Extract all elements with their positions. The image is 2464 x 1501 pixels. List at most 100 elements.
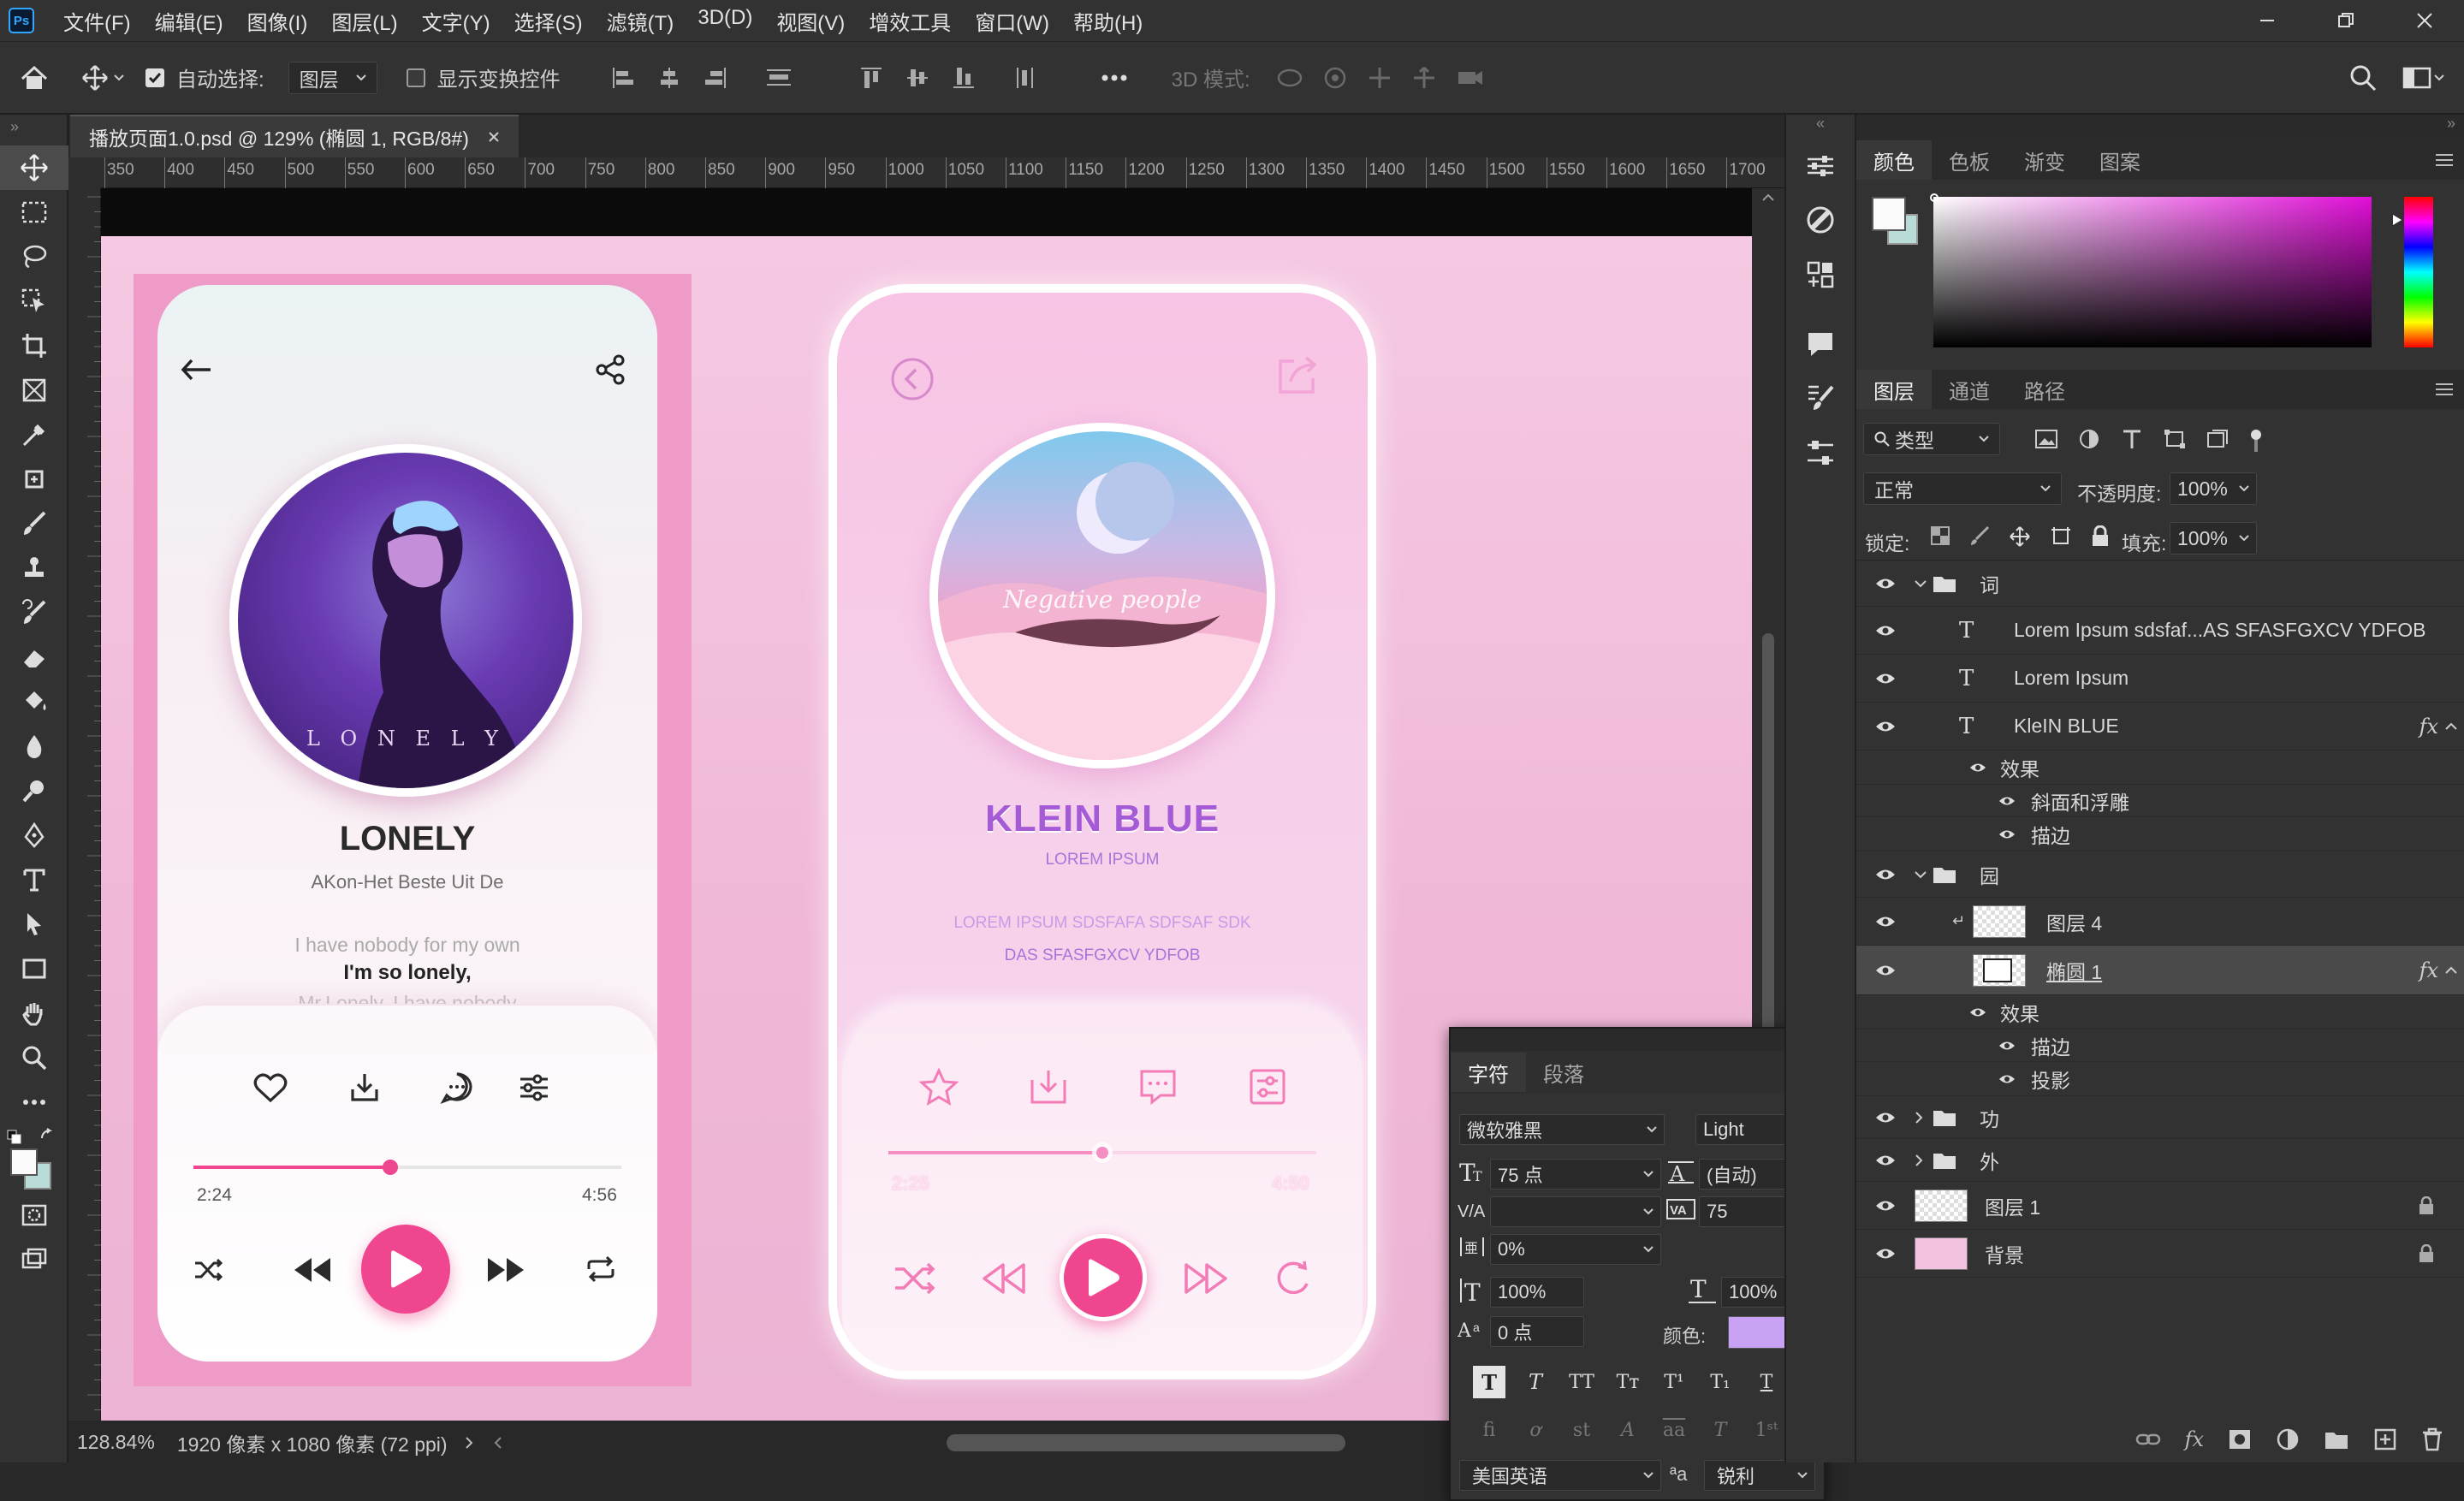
layer-row[interactable]: T Lorem Ipsum sdsfaf...AS SFASFGXCV YDFOB bbox=[1856, 607, 2464, 655]
equalizer-icon[interactable] bbox=[517, 1072, 551, 1103]
loop-pink-icon[interactable] bbox=[1272, 1260, 1313, 1297]
brush-tool[interactable] bbox=[0, 501, 68, 546]
vertical-scale-field[interactable]: 100% bbox=[1490, 1277, 1584, 1308]
hue-slider[interactable] bbox=[2404, 197, 2433, 347]
dodge-tool[interactable] bbox=[0, 768, 68, 813]
visibility-eye-icon[interactable] bbox=[1875, 964, 1896, 977]
effect-eye-icon[interactable] bbox=[1998, 795, 2016, 807]
visibility-eye-icon[interactable] bbox=[1875, 1111, 1896, 1124]
color-panel-menu-icon[interactable] bbox=[2435, 153, 2454, 167]
share-box-icon[interactable] bbox=[1275, 353, 1320, 397]
tab-paragraph[interactable]: 段落 bbox=[1526, 1053, 1601, 1092]
underline-button[interactable]: T bbox=[1750, 1366, 1783, 1398]
progress-slider-klein[interactable] bbox=[888, 1140, 1316, 1166]
visibility-eye-icon[interactable] bbox=[1875, 624, 1896, 638]
tab-color-panel-3[interactable]: 图案 bbox=[2082, 140, 2158, 180]
faux-italic-button[interactable]: T bbox=[1519, 1366, 1552, 1398]
filter-toggle-icon[interactable] bbox=[2248, 428, 2264, 454]
menu-item[interactable]: 3D(D) bbox=[698, 6, 752, 36]
add-mask-icon[interactable] bbox=[2228, 1428, 2252, 1451]
back-arrow-icon[interactable] bbox=[180, 357, 214, 383]
forward-pink-icon[interactable] bbox=[1183, 1261, 1229, 1296]
layer-row[interactable]: 描边 bbox=[1856, 817, 2464, 851]
tab-layers-panel-2[interactable]: 路径 bbox=[2007, 370, 2082, 409]
blend-mode-select[interactable]: 正常 bbox=[1863, 472, 2062, 505]
layer-row[interactable]: 效果 bbox=[1856, 750, 2464, 785]
distribute-h-icon[interactable] bbox=[764, 65, 793, 91]
tab-layers-panel-1[interactable]: 通道 bbox=[1932, 370, 2007, 409]
quick-mask-icon[interactable] bbox=[0, 1193, 68, 1237]
tab-color-panel-2[interactable]: 渐变 bbox=[2007, 140, 2082, 180]
strip-collapse-icon[interactable]: « bbox=[1786, 115, 1855, 140]
workspace-icon[interactable] bbox=[2402, 65, 2445, 91]
superscript-button[interactable]: T¹ bbox=[1658, 1366, 1690, 1398]
eraser-tool[interactable] bbox=[0, 635, 68, 679]
expand-chevron-icon[interactable] bbox=[1915, 1111, 1923, 1124]
repeat-icon[interactable] bbox=[585, 1255, 616, 1283]
fx-collapse-icon[interactable] bbox=[2445, 966, 2457, 975]
3d-orbit-icon[interactable] bbox=[1276, 65, 1303, 91]
expand-chevron-icon[interactable] bbox=[1915, 1154, 1923, 1166]
menu-item[interactable]: 文件(F) bbox=[63, 6, 131, 36]
styles-panel-icon[interactable] bbox=[1806, 205, 1835, 234]
menu-item[interactable]: 视图(V) bbox=[776, 6, 845, 36]
saturation-field[interactable] bbox=[1933, 197, 2372, 347]
align-right-icon[interactable] bbox=[703, 65, 728, 91]
rewind-pink-icon[interactable] bbox=[981, 1261, 1027, 1296]
type-tool[interactable] bbox=[0, 857, 68, 902]
screen-mode-icon[interactable] bbox=[0, 1237, 68, 1282]
effects-eye-icon[interactable] bbox=[1969, 762, 1986, 774]
next-track-icon[interactable] bbox=[486, 1255, 525, 1284]
3d-camera-icon[interactable] bbox=[1456, 65, 1485, 91]
filter-pixel-icon[interactable] bbox=[2034, 428, 2058, 450]
previous-track-icon[interactable] bbox=[293, 1255, 332, 1284]
layer-row[interactable]: T KleIN BLUE fx bbox=[1856, 703, 2464, 750]
layer-filter-select[interactable]: 类型 bbox=[1863, 423, 2000, 455]
auto-select-checkbox[interactable] bbox=[145, 68, 164, 87]
fill-field[interactable]: 100% bbox=[2170, 522, 2257, 555]
layer-row[interactable]: 斜面和浮雕 bbox=[1856, 785, 2464, 817]
swash-button[interactable]: A bbox=[1612, 1414, 1644, 1446]
auto-select-dropdown[interactable]: 图层 bbox=[288, 61, 377, 94]
filter-smart-object-icon[interactable] bbox=[2206, 428, 2229, 450]
status-expand-icon[interactable] bbox=[463, 1435, 475, 1451]
shuffle-pink-icon[interactable] bbox=[894, 1261, 936, 1296]
vertical-scroll-thumb[interactable] bbox=[1762, 633, 1774, 1087]
visibility-eye-icon[interactable] bbox=[1875, 577, 1896, 590]
foreground-color-swatch[interactable] bbox=[10, 1148, 38, 1176]
layer-row[interactable]: 外 bbox=[1856, 1139, 2464, 1182]
tab-character[interactable]: 字符 bbox=[1451, 1053, 1526, 1092]
menu-item[interactable]: 图像(I) bbox=[247, 6, 308, 36]
visibility-eye-icon[interactable] bbox=[1875, 915, 1896, 928]
play-button-klein[interactable] bbox=[1060, 1234, 1147, 1321]
close-window-button[interactable] bbox=[2385, 0, 2464, 41]
progress-slider-lonely[interactable] bbox=[193, 1154, 621, 1180]
menu-item[interactable]: 编辑(E) bbox=[155, 6, 223, 36]
shuffle-icon[interactable] bbox=[193, 1257, 224, 1283]
rectangle-tool[interactable] bbox=[0, 946, 68, 991]
menu-item[interactable]: 帮助(H) bbox=[1073, 6, 1143, 36]
object-select-tool[interactable] bbox=[0, 279, 68, 323]
menu-item[interactable]: 窗口(W) bbox=[975, 6, 1049, 36]
tsume-field[interactable]: 0% bbox=[1490, 1234, 1661, 1265]
align-left-icon[interactable] bbox=[610, 65, 636, 91]
libraries-panel-icon[interactable] bbox=[1806, 260, 1835, 289]
layer-row[interactable]: 背景 bbox=[1856, 1230, 2464, 1278]
path-select-tool[interactable] bbox=[0, 902, 68, 946]
color-fg-swatch[interactable] bbox=[1872, 197, 1906, 231]
menu-item[interactable]: 选择(S) bbox=[514, 6, 583, 36]
more-options-icon[interactable] bbox=[1100, 65, 1129, 91]
layer-row[interactable]: 描边 bbox=[1856, 1029, 2464, 1062]
lasso-tool[interactable] bbox=[0, 234, 68, 279]
scroll-left-icon[interactable] bbox=[492, 1435, 504, 1451]
blur-tool[interactable] bbox=[0, 724, 68, 768]
eyedropper-tool[interactable] bbox=[0, 412, 68, 457]
link-layers-icon[interactable] bbox=[2135, 1431, 2161, 1448]
lock-position-icon[interactable] bbox=[2009, 525, 2031, 548]
favorite-star-icon[interactable] bbox=[919, 1068, 959, 1106]
layer-row[interactable]: T Lorem Ipsum bbox=[1856, 655, 2464, 703]
lock-pixels-icon[interactable] bbox=[1969, 525, 1990, 546]
align-center-h-icon[interactable] bbox=[656, 65, 682, 91]
distribute-v-icon[interactable] bbox=[1012, 65, 1038, 91]
layer-row[interactable]: 效果 bbox=[1856, 995, 2464, 1029]
